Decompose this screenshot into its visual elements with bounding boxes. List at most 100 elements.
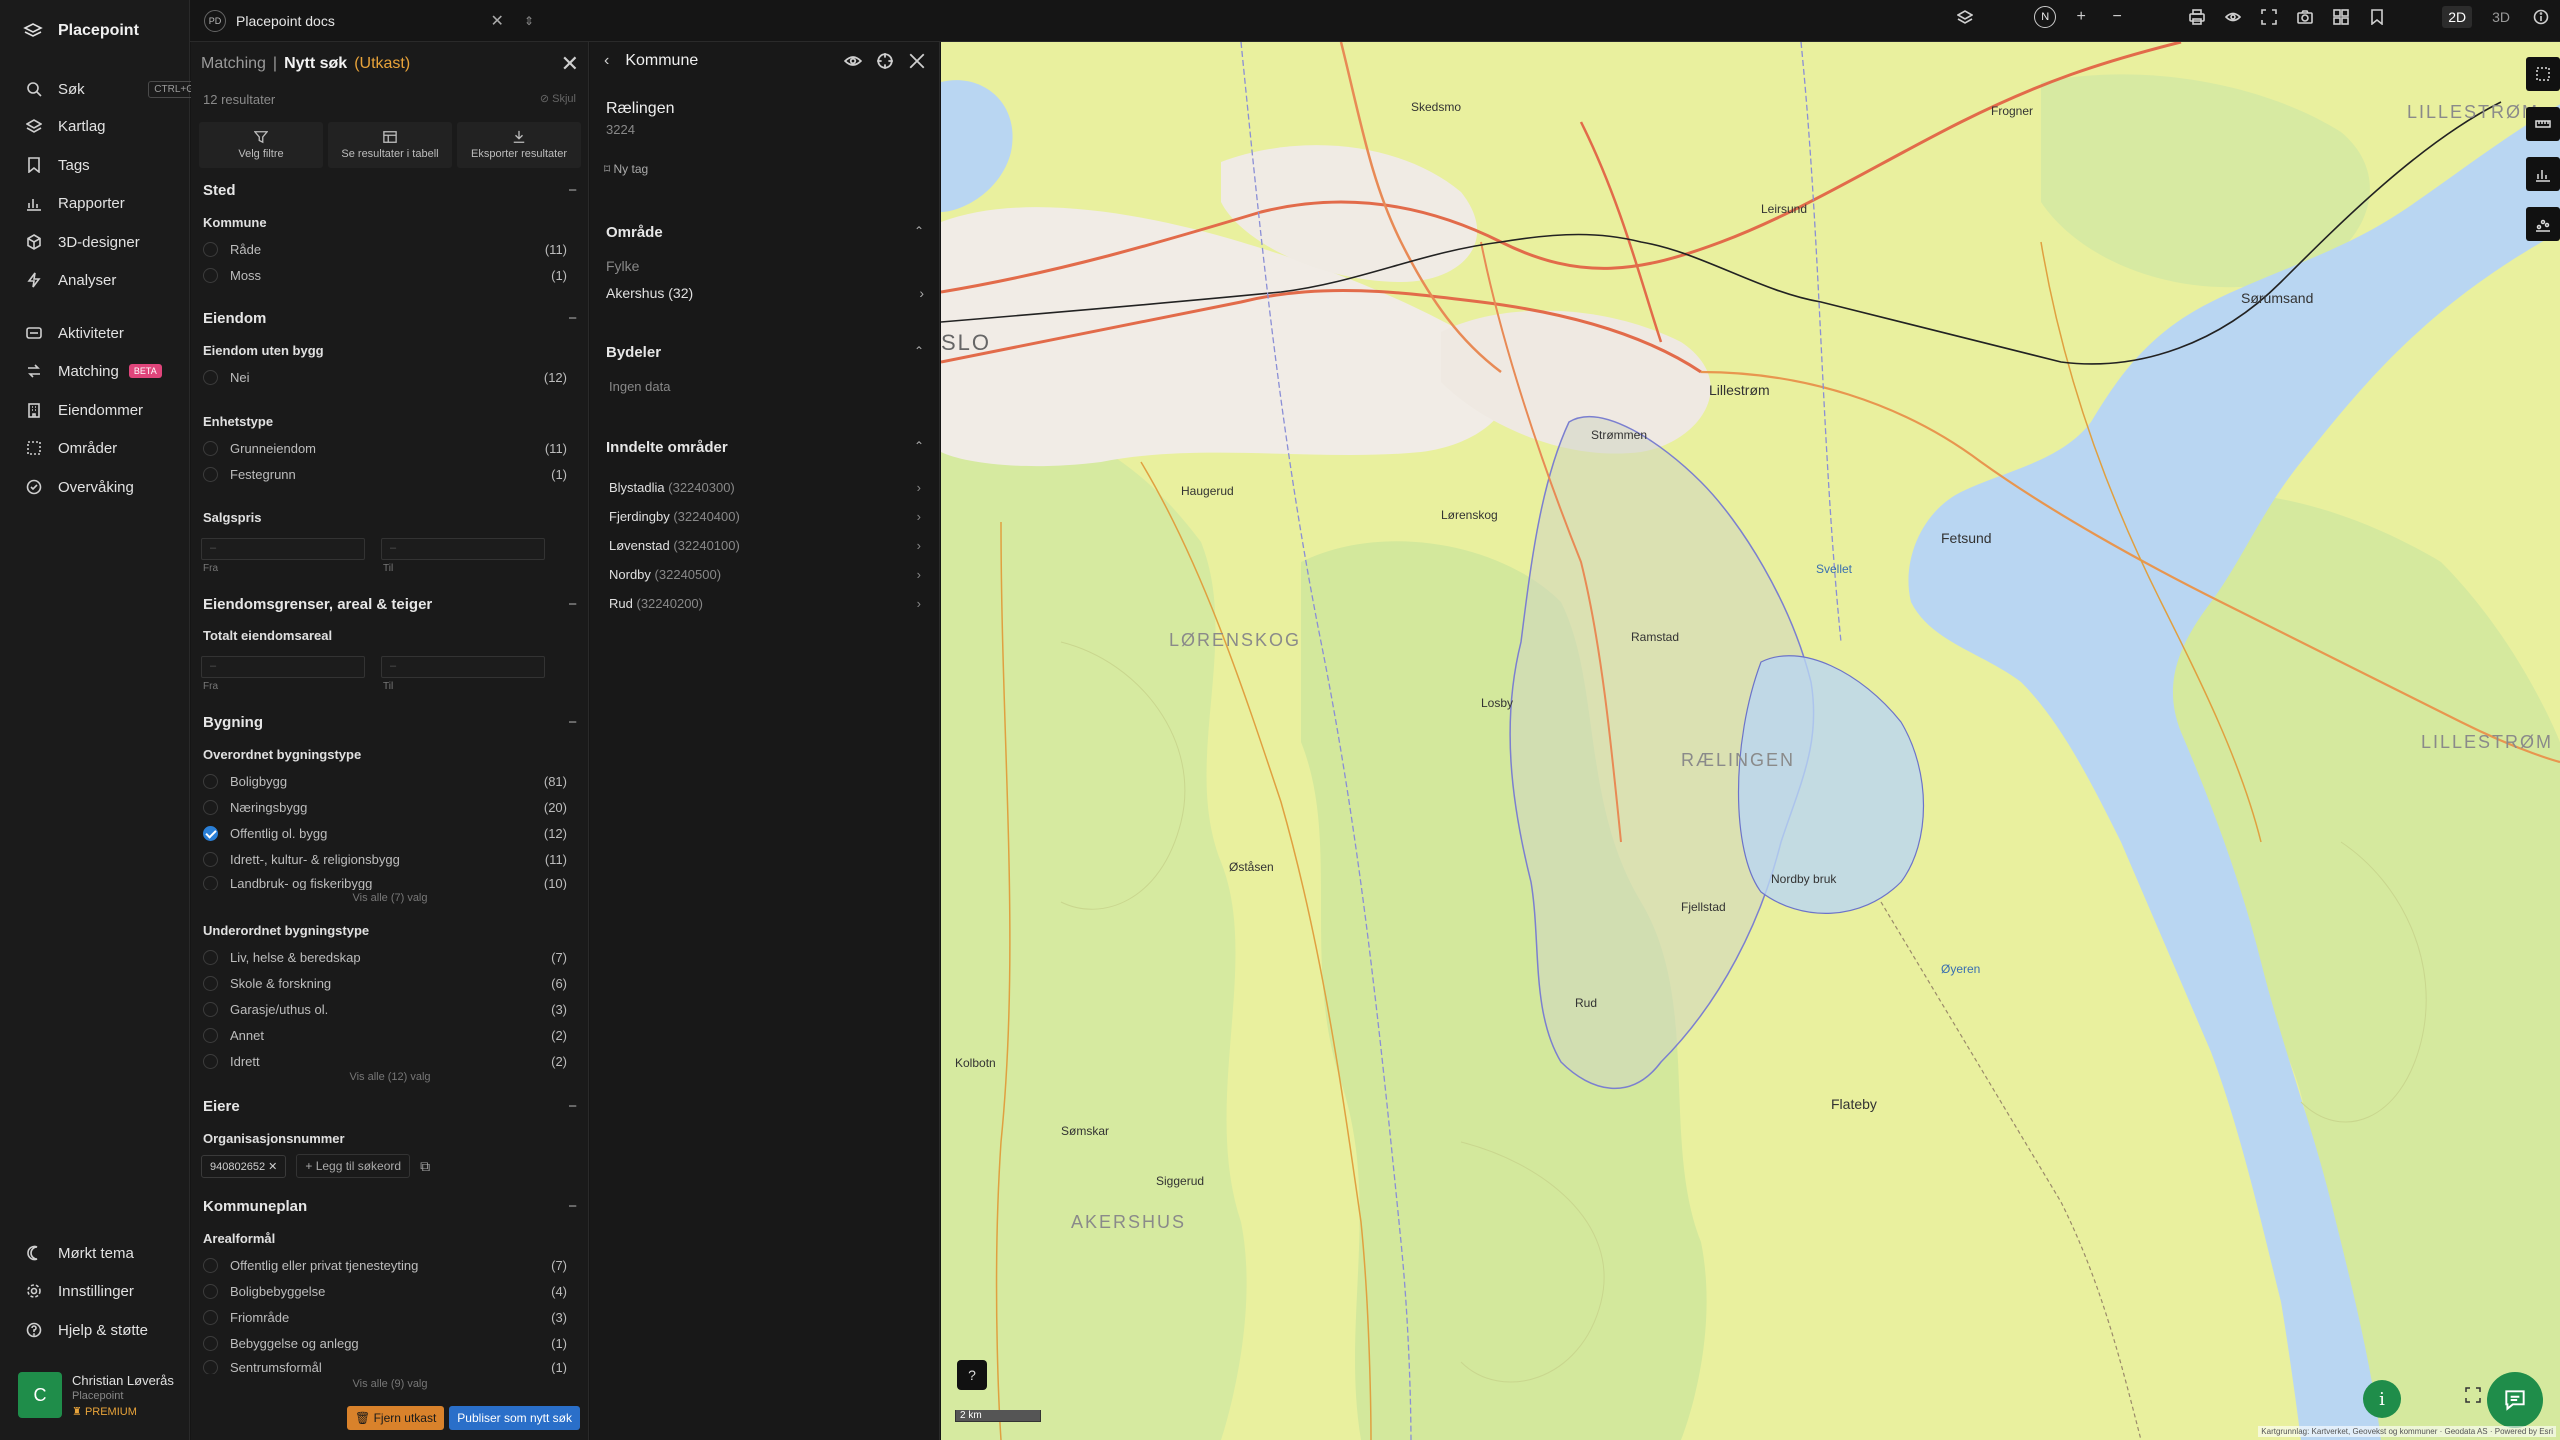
new-tag-button[interactable]: ⌑ Ny tag [604,162,648,176]
select-area-tool[interactable] [2526,57,2560,91]
info-circle-icon[interactable] [2530,6,2552,28]
checkbox[interactable] [203,876,218,890]
nav-item-eiendommer[interactable]: Eiendommer [26,397,176,423]
collapse-icon[interactable]: − [568,310,577,327]
checkbox[interactable] [203,1053,218,1069]
collapse-icon[interactable]: − [568,1198,577,1215]
checkbox-checked[interactable] [203,825,218,841]
collapse-icon[interactable]: − [568,182,577,199]
checkbox[interactable] [203,1360,218,1374]
remove-draft-button[interactable]: 🗑 Fjern utkast [347,1406,445,1430]
nav-item-kartlag[interactable]: Kartlag [26,113,176,139]
section-eiendom[interactable]: Eiendom − [203,310,579,327]
copy-icon[interactable]: ⧉ [420,1158,430,1175]
show-all-arealformal[interactable]: Vis alle (9) valg [191,1378,588,1390]
analysis-tool[interactable] [2526,207,2560,241]
checkbox[interactable] [203,440,218,456]
nav-item-tags[interactable]: Tags [26,152,176,178]
section-omrade[interactable]: Område ⌃ [606,224,924,241]
chevron-up-icon[interactable]: ⌃ [914,344,924,361]
option-idrett-kultur[interactable]: Idrett-, kultur- & religionsbygg (11) [203,850,567,868]
checkbox[interactable] [203,949,218,965]
areal-from-input[interactable]: – [201,656,365,678]
area-rud[interactable]: Rud (32240200) › [609,596,921,611]
checkbox[interactable] [203,799,218,815]
org-number-chip[interactable]: 940802652 ✕ [201,1154,287,1178]
add-keyword-button[interactable]: + Legg til søkeord [296,1154,411,1178]
areal-to-input[interactable]: – [381,656,545,678]
statistics-tool[interactable] [2526,157,2560,191]
fullscreen-icon[interactable] [2258,6,2280,28]
nav-item-aktiviteter[interactable]: Aktiviteter [26,320,176,346]
section-bygning[interactable]: Bygning − [203,714,579,731]
checkbox[interactable] [203,1309,218,1325]
publish-search-button[interactable]: Publiser som nytt søk [449,1406,580,1430]
measure-tool[interactable] [2526,107,2560,141]
chevron-up-icon[interactable]: ⌃ [914,439,924,456]
nav-item-settings[interactable]: Innstillinger [26,1278,176,1304]
section-bydeler[interactable]: Bydeler ⌃ [606,344,924,361]
nav-search[interactable]: Søk CTRL+G [26,76,200,102]
bookmark-map-icon[interactable] [2366,6,2388,28]
option-rade[interactable]: Råde (11) [203,240,567,258]
option-nei[interactable]: Nei (12) [203,368,567,386]
nav-item-rapporter[interactable]: Rapporter [26,190,176,216]
salgspris-from-input[interactable]: – [201,538,365,560]
option-tjenesteyting[interactable]: Offentlig eller privat tjenesteyting (7) [203,1256,567,1274]
checkbox[interactable] [203,241,218,257]
checkbox[interactable] [203,1027,218,1043]
eye-icon[interactable] [844,52,862,70]
print-icon[interactable] [2186,6,2208,28]
area-fjerdingby[interactable]: Fjerdingby (32240400) › [609,509,921,524]
option-naeringsbygg[interactable]: Næringsbygg (20) [203,798,567,816]
salgspris-to-input[interactable]: – [381,538,545,560]
area-lovenstad[interactable]: Løvenstad (32240100) › [609,538,921,553]
clear-doc-icon[interactable]: ✕ [491,11,504,31]
section-sted[interactable]: Sted − [203,182,579,199]
option-bebyggelse[interactable]: Bebyggelse og anlegg (1) [203,1334,567,1352]
checkbox[interactable] [203,1283,218,1299]
brand-logo[interactable]: Placepoint [22,20,139,42]
show-all-overordnet[interactable]: Vis alle (7) valg [191,892,588,904]
checkbox[interactable] [203,851,218,867]
expand-icon[interactable] [2465,1387,2481,1403]
option-sentrum[interactable]: Sentrumsformål (1) [203,1360,567,1374]
area-blystadlia[interactable]: Blystadlia (32240300) › [609,480,921,495]
map-canvas[interactable]: LILLESTRØM LILLESTRØM LØRENSKOG RÆLINGEN… [941,42,2560,1440]
nav-item-dark-theme[interactable]: Mørkt tema [26,1240,176,1266]
nav-item-help[interactable]: Hjelp & støtte [26,1317,176,1343]
option-landbruk[interactable]: Landbruk- og fiskeribygg (10) [203,876,567,890]
option-skole[interactable]: Skole & forskning (6) [203,974,567,992]
nav-item-omrader[interactable]: Områder [26,435,176,461]
option-idrett[interactable]: Idrett (2) [203,1052,567,1070]
checkbox[interactable] [203,1335,218,1351]
chevron-up-icon[interactable]: ⌃ [914,224,924,241]
nav-item-analyser[interactable]: Analyser [26,267,176,293]
option-grunneiendom[interactable]: Grunneiendom (11) [203,439,567,457]
checkbox[interactable] [203,267,218,283]
checkbox[interactable] [203,1001,218,1017]
chat-button[interactable] [2487,1372,2543,1428]
option-offentlig-bygg[interactable]: Offentlig ol. bygg (12) [203,824,567,842]
section-kommuneplan[interactable]: Kommuneplan − [203,1198,579,1215]
checkbox[interactable] [203,773,218,789]
breadcrumb-matching[interactable]: Matching [201,55,266,73]
remove-chip-icon[interactable]: ✕ [268,1161,277,1173]
checkbox[interactable] [203,1257,218,1273]
zoom-out-icon[interactable]: − [2106,6,2128,28]
grid-icon[interactable] [2330,6,2352,28]
section-eiendomsgrenser[interactable]: Eiendomsgrenser, areal & teiger − [203,596,579,613]
mode-3d-button[interactable]: 3D [2486,6,2516,28]
nav-item-3d-designer[interactable]: 3D-designer [26,229,176,255]
checkbox[interactable] [203,369,218,385]
option-festegrunn[interactable]: Festegrunn (1) [203,465,567,483]
collapse-icon[interactable]: − [568,1098,577,1115]
target-icon[interactable] [876,52,894,70]
option-liv-helse[interactable]: Liv, helse & beredskap (7) [203,948,567,966]
collapse-icon[interactable]: − [568,714,577,731]
map-info-button[interactable]: i [2363,1380,2401,1418]
choose-filters-button[interactable]: Velg filtre [199,122,323,168]
option-friomrade[interactable]: Friområde (3) [203,1308,567,1326]
close-icon[interactable] [908,52,926,70]
view-table-button[interactable]: Se resultater i tabell [328,122,452,168]
